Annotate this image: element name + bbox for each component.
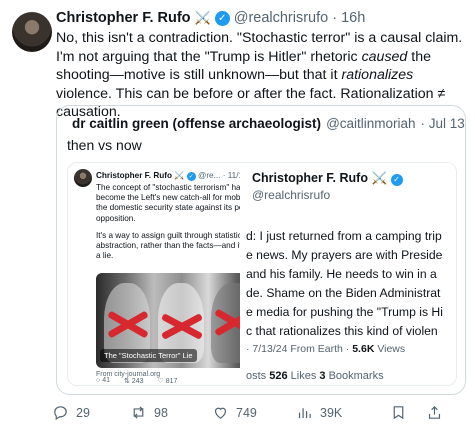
- article-photo: The "Stochastic Terror" Lie: [96, 273, 261, 368]
- author-avatar[interactable]: [12, 12, 52, 52]
- swords-emoji: ⚔️: [371, 171, 388, 185]
- quoted-tweet-time: · Jul 13: [420, 115, 465, 131]
- new-tweet-header: Christopher F. Rufo ⚔️ ✓: [252, 171, 403, 186]
- quoted-tweet-image[interactable]: Christopher F. Rufo ⚔️ ✓ @re... · 11/14/…: [67, 162, 457, 386]
- reply-icon: [54, 406, 67, 420]
- old-tweet-avatar: [74, 169, 92, 187]
- new-tweet-text: d: I just returned from a camping trip e…: [246, 227, 456, 340]
- tweet-time[interactable]: · 16h: [332, 10, 365, 26]
- bookmark-icon: [393, 406, 404, 420]
- views-button[interactable]: 39K: [296, 404, 390, 421]
- new-tweet-stats: osts 526 Likes 3 Bookmarks: [246, 370, 384, 382]
- tweet-action-bar: 29 98 749 39K: [52, 404, 472, 421]
- new-tweet-line: de. Shame on the Biden Administrat: [246, 285, 441, 300]
- old-tweet-reposts: ⇅ 243: [123, 378, 144, 385]
- author-handle[interactable]: @realchrisrufo: [234, 10, 329, 26]
- repost-button[interactable]: 98: [130, 404, 212, 421]
- views-chart-icon: [298, 408, 311, 419]
- screenshot-new-tweet: Christopher F. Rufo ⚔️ ✓ @realchrisrufo …: [240, 163, 456, 385]
- old-tweet-author: Christopher F. Rufo: [96, 171, 172, 180]
- quoted-tweet[interactable]: dr caitlin green (offense archaeologist)…: [56, 105, 466, 395]
- new-tweet-line: and his family. He needs to win in a: [246, 266, 437, 281]
- old-tweet-actions: ○ 41 ⇅ 243 ♡ 817: [96, 377, 177, 385]
- old-tweet-text: The concept of "stochastic terrorism" ha…: [96, 183, 264, 268]
- old-tweet-likes: ♡ 817: [157, 378, 178, 385]
- new-tweet-line: d: I just returned from a camping trip: [246, 229, 442, 243]
- repost-icon: [133, 406, 144, 419]
- like-count: 749: [236, 405, 257, 420]
- quoted-tweet-text: then vs now: [67, 137, 142, 153]
- reply-count: 29: [76, 405, 90, 420]
- like-button[interactable]: 749: [212, 404, 296, 421]
- verified-badge-icon: ✓: [186, 172, 196, 181]
- share-button[interactable]: [426, 404, 443, 421]
- new-tweet-meta: · 7/13/24 From Earth · 5.6K Views: [246, 343, 406, 355]
- screenshot-old-tweet: Christopher F. Rufo ⚔️ ✓ @re... · 11/14/…: [68, 163, 268, 385]
- quoted-tweet-header: dr caitlin green (offense archaeologist)…: [67, 114, 465, 132]
- old-tweet-para-1: The concept of "stochastic terrorism" ha…: [96, 183, 262, 223]
- author-name[interactable]: Christopher F. Rufo: [56, 10, 191, 26]
- new-tweet-line: c that rationalizes this kind of violen: [246, 323, 438, 338]
- new-tweet-line: e news. My prayers are with Preside: [246, 247, 443, 262]
- heart-icon: [214, 407, 227, 419]
- quoted-author-handle: @caitlinmoriah: [326, 115, 416, 131]
- old-tweet-para-2: It's a way to assign guilt through stati…: [96, 230, 258, 261]
- old-tweet-replies: ○ 41: [96, 377, 110, 384]
- views-count: 39K: [320, 405, 343, 420]
- swords-emoji: ⚔️: [174, 171, 185, 180]
- swords-emoji: ⚔️: [194, 10, 211, 25]
- quoted-author-name: dr caitlin green (offense archaeologist): [72, 115, 322, 131]
- new-tweet-line: e media for pushing the "Trump is Hi: [246, 304, 443, 319]
- repost-count: 98: [154, 405, 168, 420]
- article-caption: The "Stochastic Terror" Lie: [100, 349, 197, 362]
- tweet-header: Christopher F. Rufo ⚔️ ✓ @realchrisrufo …: [56, 10, 465, 26]
- old-tweet-header: Christopher F. Rufo ⚔️ ✓ @re... · 11/14/…: [96, 171, 259, 181]
- verified-badge-icon: ✓: [214, 10, 230, 26]
- verified-badge-icon: ✓: [390, 173, 403, 186]
- reply-button[interactable]: 29: [52, 404, 130, 421]
- new-tweet-author: Christopher F. Rufo: [252, 171, 368, 185]
- share-icon: [428, 405, 441, 419]
- bookmark-button[interactable]: [390, 404, 426, 421]
- new-tweet-handle: @realchrisrufo: [252, 188, 331, 202]
